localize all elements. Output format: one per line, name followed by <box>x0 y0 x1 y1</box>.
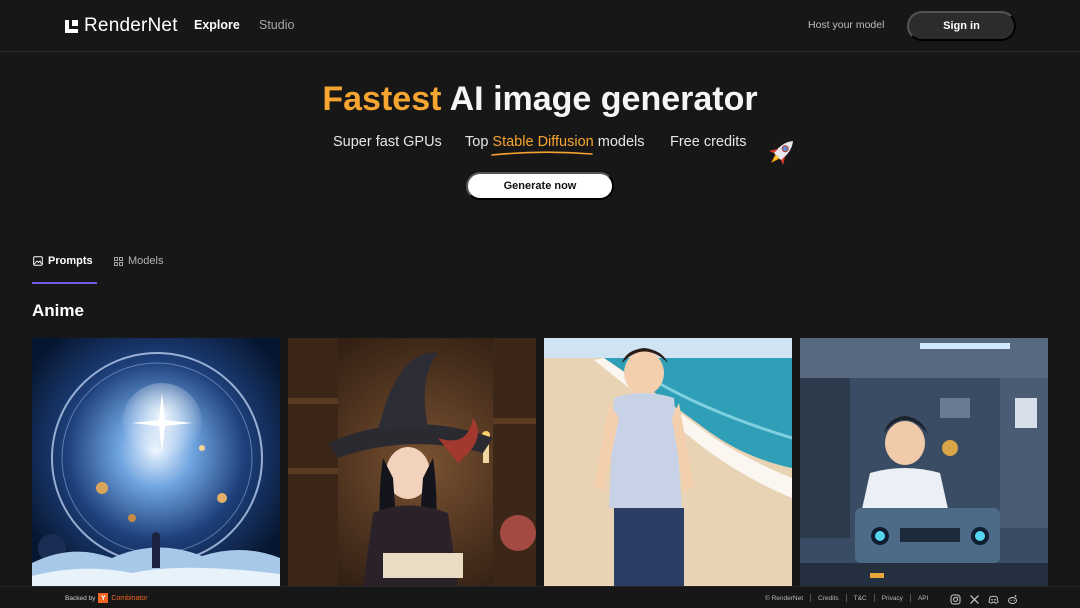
social-links <box>950 592 1018 605</box>
footer-divider <box>873 594 875 602</box>
rendernet-logo[interactable]: RenderNet <box>65 15 178 37</box>
backed-by-badge[interactable]: Backed by Y Combinator <box>65 593 148 603</box>
hero-title-rest: AI image generator <box>441 80 758 118</box>
active-tab-indicator <box>32 282 97 284</box>
reddit-icon[interactable] <box>1007 592 1018 604</box>
host-your-model-link[interactable]: Host your model <box>808 19 884 31</box>
beach-boy-image[interactable] <box>544 338 792 588</box>
hero-title-accent: Fastest <box>322 80 442 118</box>
tab-prompts[interactable]: Prompts <box>33 255 93 267</box>
backed-by-label: Backed by <box>65 594 96 602</box>
rocket-icon <box>768 140 794 166</box>
nav-studio-link[interactable]: Studio <box>259 18 294 32</box>
grid-icon <box>114 256 123 266</box>
feature-2-highlight: Stable Diffusion <box>492 134 594 150</box>
footer-privacy-link[interactable]: Privacy <box>882 595 903 602</box>
feature-2-prefix: Top <box>465 134 493 150</box>
x-icon[interactable] <box>969 592 980 604</box>
tab-models[interactable]: Models <box>114 255 163 267</box>
footer-copyright: © RenderNet <box>765 594 804 602</box>
workshop-boy-image[interactable] <box>800 338 1048 588</box>
tab-models-label: Models <box>128 255 164 267</box>
footer: Backed by Y Combinator © RenderNet Credi… <box>0 586 1080 608</box>
footer-terms-link[interactable]: T&C <box>854 595 867 602</box>
cosmic-sphere-image[interactable] <box>32 338 280 588</box>
footer-links: © RenderNet Credits T&C Privacy API <box>765 594 928 602</box>
highlight-underline-icon <box>491 151 593 156</box>
feature-free-credits: Free credits <box>670 134 747 150</box>
footer-credits-link[interactable]: Credits <box>818 595 839 602</box>
feature-stable-diffusion: Top Stable Diffusion models <box>465 134 645 150</box>
logo-text: RenderNet <box>84 15 178 36</box>
y-combinator-name: Combinator <box>111 594 148 602</box>
feature-fast-gpus: Super fast GPUs <box>333 134 442 150</box>
generate-now-button[interactable]: Generate now <box>466 172 614 200</box>
nav-explore-link[interactable]: Explore <box>194 18 240 32</box>
footer-divider <box>909 594 911 602</box>
sign-in-button[interactable]: Sign in <box>907 11 1016 41</box>
footer-api-link[interactable]: API <box>918 595 928 602</box>
witch-girl-image[interactable] <box>288 338 536 588</box>
footer-divider <box>845 594 847 602</box>
discord-icon[interactable] <box>988 592 999 604</box>
tab-prompts-label: Prompts <box>48 255 93 267</box>
feature-2-suffix: models <box>593 134 645 150</box>
footer-divider <box>810 594 812 602</box>
section-title: Anime <box>32 301 84 320</box>
instagram-icon[interactable] <box>950 592 961 605</box>
image-icon <box>33 256 43 266</box>
logo-mark-icon <box>65 19 78 33</box>
hero-title: Fastest AI image generator <box>0 80 1080 119</box>
y-combinator-logo-icon: Y <box>98 593 109 603</box>
top-navbar: RenderNet Explore Studio Host your model… <box>0 0 1080 52</box>
